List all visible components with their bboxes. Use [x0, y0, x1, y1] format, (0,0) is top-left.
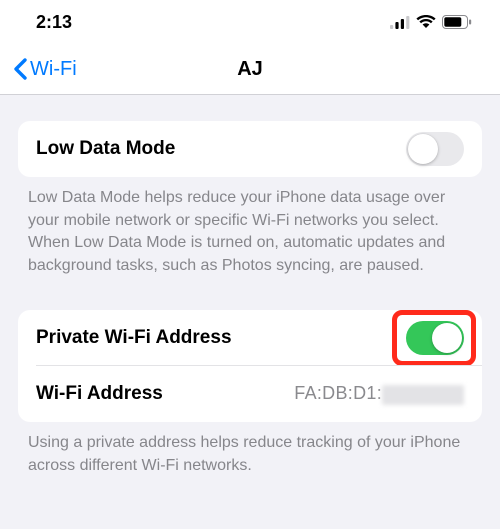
battery-icon [442, 15, 472, 29]
back-label: Wi-Fi [30, 58, 77, 81]
wifi-icon [416, 15, 436, 29]
status-bar: 2:13 [0, 0, 500, 44]
wifi-address-row: Wi-Fi Address FA:DB:D1: [18, 366, 482, 422]
low-data-mode-group: Low Data Mode [18, 121, 482, 177]
toggle-knob [408, 134, 438, 164]
private-wifi-address-toggle[interactable] [406, 321, 464, 355]
private-address-group: Private Wi-Fi Address Wi-Fi Address FA:D… [18, 310, 482, 422]
low-data-mode-footer: Low Data Mode helps reduce your iPhone d… [0, 177, 500, 278]
low-data-mode-label: Low Data Mode [36, 138, 175, 160]
low-data-mode-toggle[interactable] [406, 132, 464, 166]
private-wifi-address-label: Private Wi-Fi Address [36, 327, 232, 349]
back-button[interactable]: Wi-Fi [12, 57, 77, 81]
low-data-mode-row[interactable]: Low Data Mode [18, 121, 482, 177]
toggle-knob [432, 323, 462, 353]
private-address-footer: Using a private address helps reduce tra… [0, 422, 500, 477]
wifi-address-label: Wi-Fi Address [36, 383, 163, 405]
wifi-address-value: FA:DB:D1: [294, 383, 464, 404]
status-indicators [390, 15, 472, 29]
nav-bar: Wi-Fi AJ [0, 44, 500, 94]
status-time: 2:13 [36, 12, 72, 33]
chevron-left-icon [12, 57, 28, 81]
redacted-segment [382, 385, 464, 405]
cellular-icon [390, 16, 410, 29]
page-title: AJ [237, 58, 263, 81]
private-wifi-address-row[interactable]: Private Wi-Fi Address [18, 310, 482, 366]
